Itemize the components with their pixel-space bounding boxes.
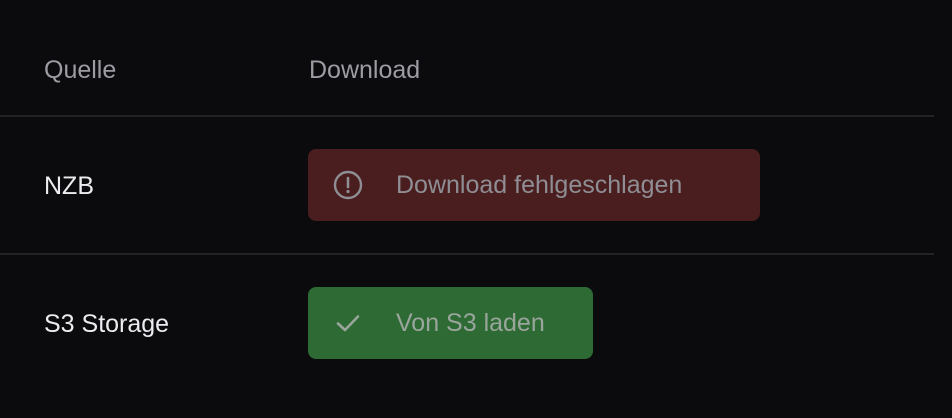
table-header-row: Quelle Download [0,0,934,117]
download-sources-table: Quelle Download NZB Download fehlgeschla… [0,0,934,418]
load-from-s3-label: Von S3 laden [396,309,545,337]
download-failed-label: Download fehlgeschlagen [396,171,683,199]
download-failed-button[interactable]: Download fehlgeschlagen [308,149,760,221]
column-header-source: Quelle [44,56,117,84]
source-name: S3 Storage [44,310,170,338]
source-name: NZB [44,172,94,200]
load-from-s3-button[interactable]: Von S3 laden [308,287,593,359]
check-icon [332,307,364,339]
table-row: S3 Storage Von S3 laden [0,255,934,395]
alert-circle-icon [332,169,364,201]
column-header-download: Download [309,56,421,84]
table-row: NZB Download fehlgeschlagen [0,117,934,255]
